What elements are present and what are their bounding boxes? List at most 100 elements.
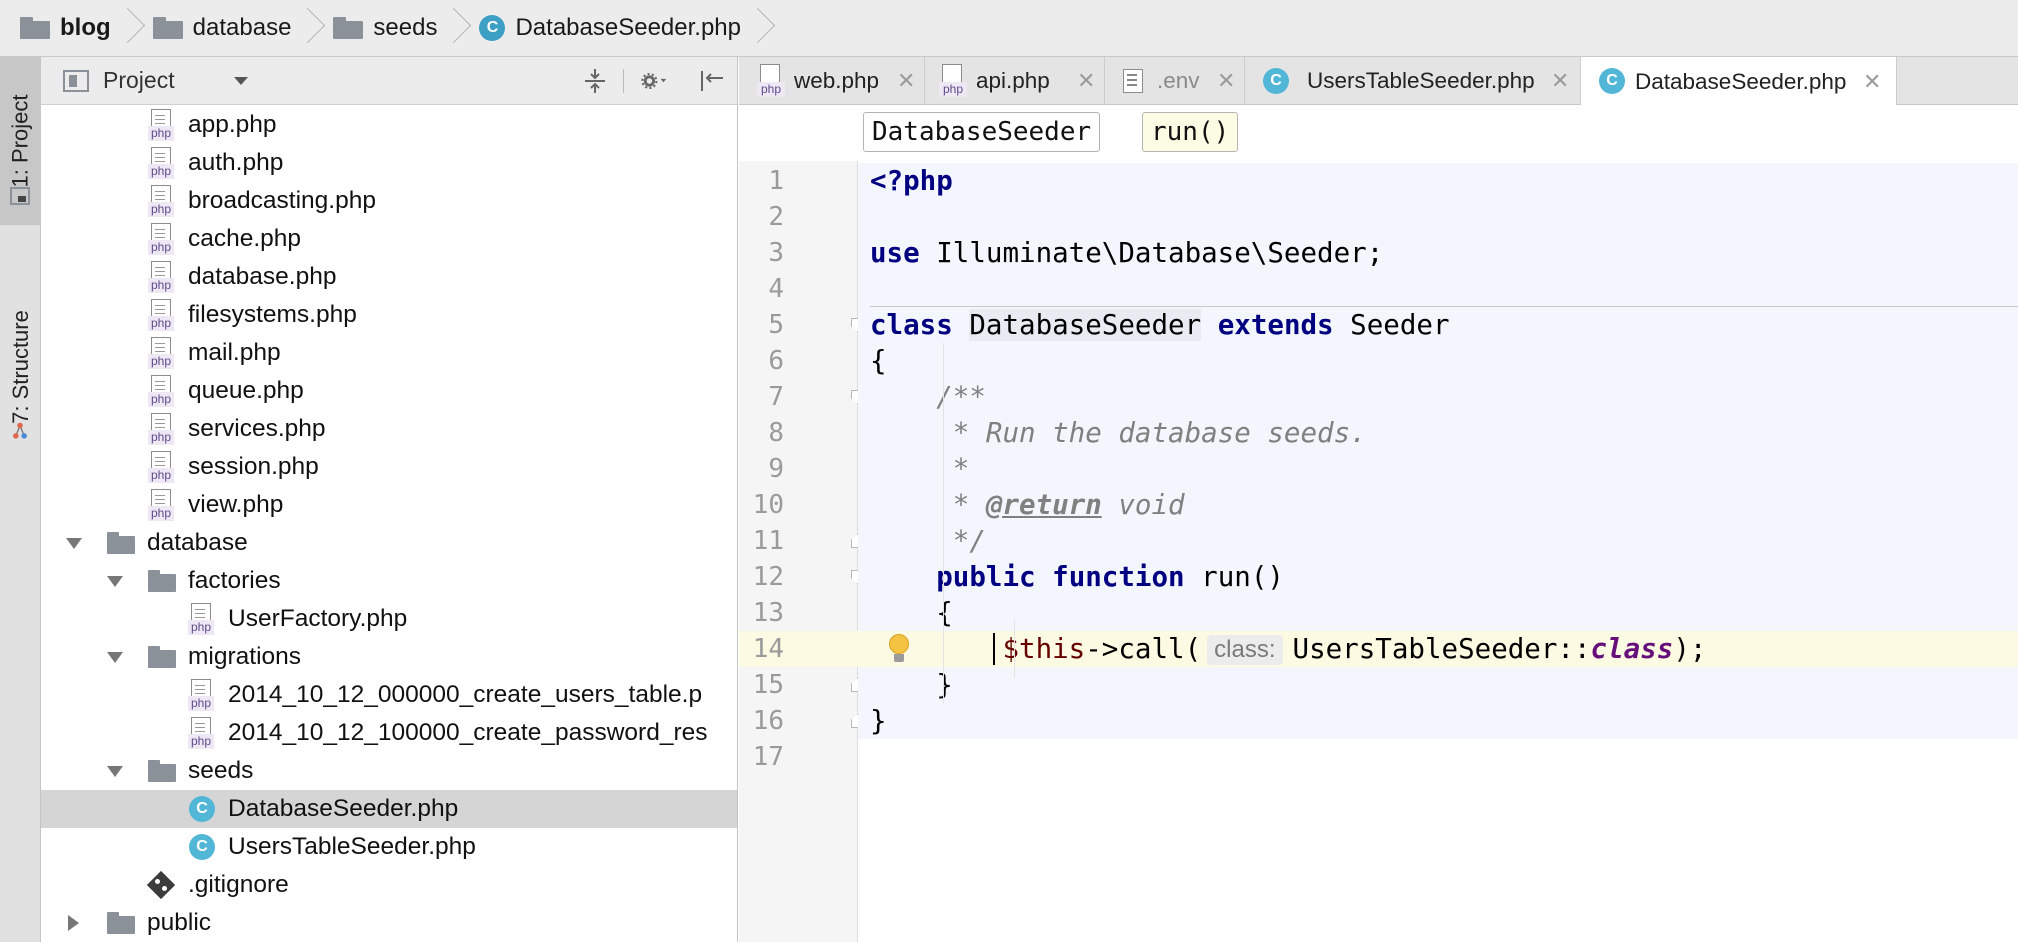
close-icon[interactable]: ✕ [1217, 68, 1235, 94]
code-token: class [870, 309, 953, 341]
tree-file[interactable]: php mail.php [41, 334, 737, 372]
chevron-down-icon[interactable] [234, 77, 248, 85]
tree-file[interactable]: php app.php [41, 106, 737, 144]
tab-label: web.php [794, 68, 880, 93]
code-line: $this->call(class: UsersTableSeeder::clas… [870, 631, 1706, 667]
breadcrumb-label: seeds [373, 14, 438, 41]
chevron-right-icon [447, 0, 467, 57]
php-file-icon: php [148, 261, 174, 295]
breadcrumb-item-seeds[interactable]: seeds [333, 0, 437, 57]
tab-api-php[interactable]: php api.php ✕ [925, 57, 1105, 105]
tree-item-label: app.php [188, 111, 277, 138]
tree-file[interactable]: php view.php [41, 486, 737, 524]
line-number: 9 [768, 454, 784, 484]
tab-databaseseeder[interactable]: C DatabaseSeeder.php ✕ [1581, 57, 1897, 106]
collapsed-arrow-icon[interactable] [68, 915, 79, 931]
folder-icon [148, 646, 176, 668]
gutter: 1 2 3 4 5 6 7 8 9 10 11 12 13 14 15 16 17 [739, 161, 865, 942]
code-token: * Run the database seeds. [870, 417, 1367, 449]
tool-tab-project[interactable]: 1: Project [0, 57, 41, 225]
project-icon [10, 187, 30, 205]
code-line: */ [870, 523, 986, 559]
breadcrumb-label: DatabaseSeeder.php [515, 14, 741, 41]
tree-item-label: 2014_10_12_100000_create_password_res [228, 719, 708, 746]
close-icon[interactable]: ✕ [897, 68, 915, 94]
breadcrumb-item-file[interactable]: C DatabaseSeeder.php [479, 0, 741, 57]
tree-folder[interactable]: public [41, 904, 737, 942]
tree-item-label: UserFactory.php [228, 605, 408, 632]
tree-file[interactable]: C UsersTableSeeder.php [41, 828, 737, 866]
code-line: } [870, 667, 953, 703]
chevron-right-icon [751, 0, 771, 57]
tab-label: api.php [976, 68, 1050, 93]
tree-folder[interactable]: database [41, 524, 737, 562]
code-area[interactable]: <?php use Illuminate\Database\Seeder; clas… [858, 161, 2018, 942]
php-file-icon: php [148, 489, 174, 523]
structure-icon [13, 422, 27, 439]
nav-method-pill[interactable]: run() [1142, 112, 1239, 152]
tree-file[interactable]: C DatabaseSeeder.php [41, 790, 737, 828]
php-file-icon: php [148, 413, 174, 447]
tree-folder[interactable]: seeds [41, 752, 737, 790]
code-token: */ [870, 525, 986, 557]
tree-file[interactable]: php services.php [41, 410, 737, 448]
code-token: * [870, 489, 986, 521]
php-file-icon: php [188, 603, 214, 637]
breadcrumb-item-blog[interactable]: blog [20, 0, 111, 57]
code-line: public function run() [870, 559, 1284, 595]
hide-panel-icon[interactable] [697, 67, 725, 95]
close-icon[interactable]: ✕ [1863, 69, 1881, 95]
tree-folder[interactable]: migrations [41, 638, 737, 676]
tree-item-label: factories [188, 567, 281, 594]
tree-file[interactable]: php auth.php [41, 144, 737, 182]
tree-file[interactable]: php broadcasting.php [41, 182, 737, 220]
gear-icon[interactable] [641, 67, 669, 95]
tree-item-label: filesystems.php [188, 301, 357, 328]
tree-item-label: migrations [188, 643, 302, 670]
class-icon: C [1599, 68, 1625, 94]
expanded-arrow-icon[interactable] [107, 652, 123, 663]
code-token: run() [1184, 561, 1284, 593]
expanded-arrow-icon[interactable] [107, 576, 123, 587]
tab-userstableseeder[interactable]: C UsersTableSeeder.php ✕ [1245, 57, 1581, 105]
line-number: 3 [768, 238, 784, 268]
tree-file[interactable]: php database.php [41, 258, 737, 296]
project-view-selector[interactable]: Project [103, 67, 175, 94]
tree-file[interactable]: php 2014_10_12_000000_create_users_table.… [41, 676, 737, 714]
tree-file[interactable]: php cache.php [41, 220, 737, 258]
close-icon[interactable]: ✕ [1551, 68, 1569, 94]
expanded-arrow-icon[interactable] [66, 538, 82, 549]
php-file-icon: php [148, 337, 174, 371]
close-icon[interactable]: ✕ [1077, 68, 1095, 94]
chevron-right-icon [301, 0, 321, 57]
collapse-all-icon[interactable] [581, 67, 609, 95]
expanded-arrow-icon[interactable] [107, 766, 123, 777]
tree-file[interactable]: php 2014_10_12_100000_create_password_res [41, 714, 737, 752]
tree-item-label: database [147, 529, 248, 556]
code-token: ->call( [1085, 633, 1202, 665]
tree-file[interactable]: php UserFactory.php [41, 600, 737, 638]
breadcrumb-item-database[interactable]: database [152, 0, 291, 57]
tree-file[interactable]: .gitignore [41, 866, 737, 904]
tree-file[interactable]: php filesystems.php [41, 296, 737, 334]
tool-tab-label: 7: Structure [7, 310, 33, 424]
code-token: /** [870, 381, 986, 413]
code-token: DatabaseSeeder [969, 309, 1202, 341]
tool-tab-structure[interactable]: 7: Structure [0, 282, 41, 452]
text-caret [993, 633, 995, 665]
php-file-icon: php [939, 64, 967, 98]
lightbulb-icon[interactable] [886, 634, 912, 664]
code-line: } [870, 703, 887, 739]
editor-nav-bar: DatabaseSeeder run() [739, 105, 2018, 152]
tool-window-strip: 1: Project 7: Structure [0, 57, 41, 942]
tab-web-php[interactable]: php web.php ✕ [739, 57, 925, 105]
tree-folder[interactable]: factories [41, 562, 737, 600]
tree-item-label: queue.php [188, 377, 304, 404]
tab-env[interactable]: .env ✕ [1105, 57, 1245, 105]
class-icon: C [1263, 68, 1289, 94]
php-file-icon: php [148, 299, 174, 333]
tree-file[interactable]: php session.php [41, 448, 737, 486]
nav-class-pill[interactable]: DatabaseSeeder [863, 112, 1101, 152]
text-file-icon [1123, 69, 1143, 93]
tree-file[interactable]: php queue.php [41, 372, 737, 410]
